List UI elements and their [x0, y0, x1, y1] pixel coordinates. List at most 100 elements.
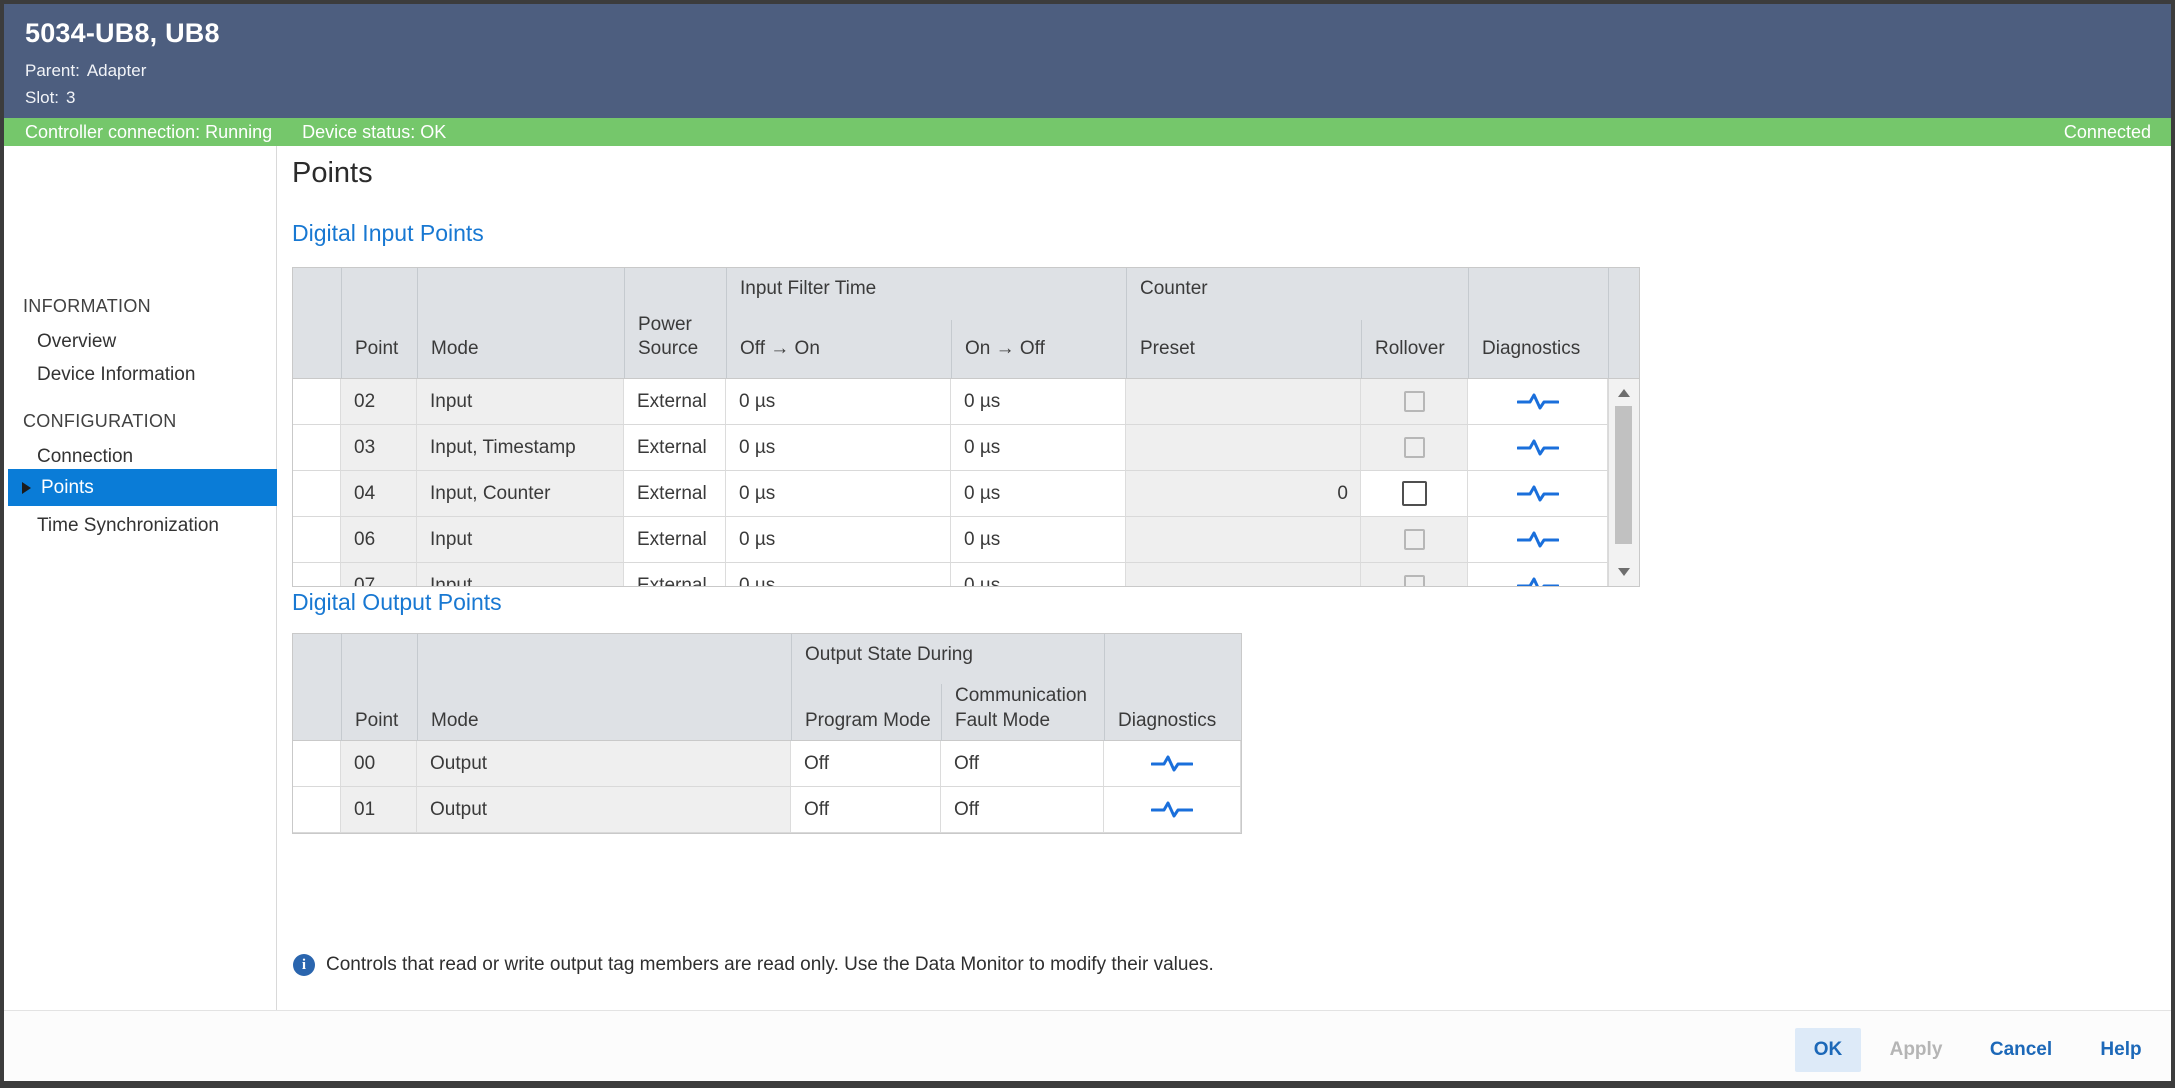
program-mode-cell[interactable]: Off	[791, 787, 941, 833]
input-table-header: Point Mode Power Source Input Filter Tim…	[293, 268, 1639, 379]
col-group-output-state-during: Output State During	[791, 634, 1104, 684]
point-cell: 04	[341, 471, 417, 517]
point-cell: 02	[341, 379, 417, 425]
table-row: 02 Input External 0 µs 0 µs	[293, 379, 1608, 425]
readonly-note: i Controls that read or write output tag…	[293, 954, 1214, 976]
col-header-on-off: On → Off	[951, 320, 1126, 378]
pulse-icon	[1517, 392, 1559, 411]
comm-fault-mode-cell[interactable]: Off	[941, 741, 1104, 787]
slot-value: 3	[66, 88, 75, 107]
on-off-filter-cell[interactable]: 0 µs	[951, 517, 1126, 563]
digital-input-points-table: Point Mode Power Source Input Filter Tim…	[292, 267, 1640, 587]
row-selector-cell[interactable]	[293, 471, 341, 517]
page-title: Points	[292, 157, 373, 190]
digital-output-points-heading: Digital Output Points	[292, 589, 502, 616]
col-header-preset: Preset	[1126, 320, 1361, 378]
col-header-point: Point	[341, 268, 417, 378]
ok-button[interactable]: OK	[1795, 1028, 1861, 1072]
pulse-icon	[1151, 754, 1193, 773]
input-table-rows: 02 Input External 0 µs 0 µs 03 Input, Ti…	[293, 379, 1608, 586]
output-table-rows: 00 Output Off Off 01 Output Off Off	[293, 741, 1241, 833]
footer-bar: OK Apply Cancel Help	[4, 1010, 2171, 1081]
row-selector-cell[interactable]	[293, 379, 341, 425]
row-selector-cell[interactable]	[293, 741, 341, 787]
rollover-cell	[1361, 379, 1468, 425]
col-header-power-source: Power Source	[624, 268, 726, 378]
row-selector-cell[interactable]	[293, 563, 341, 586]
vertical-scrollbar[interactable]	[1608, 379, 1639, 586]
sidebar-section-information: INFORMATION	[23, 296, 151, 317]
diagnostics-cell[interactable]	[1468, 471, 1608, 517]
mode-cell: Input, Counter	[417, 471, 624, 517]
diagnostics-cell[interactable]	[1468, 425, 1608, 471]
mode-cell: Input	[417, 563, 624, 586]
connection-status-bar: Controller connection: Running Device st…	[4, 118, 2171, 146]
parent-line: Parent:Adapter	[25, 61, 146, 81]
diagnostics-cell[interactable]	[1104, 787, 1241, 833]
sidebar-item-device-information[interactable]: Device Information	[37, 364, 195, 386]
scrollbar-thumb[interactable]	[1615, 406, 1632, 544]
sidebar-item-points[interactable]: Points	[8, 469, 277, 506]
apply-button[interactable]: Apply	[1866, 1028, 1966, 1072]
pulse-icon	[1517, 530, 1559, 549]
col-header-point: Point	[341, 634, 417, 749]
power-source-cell[interactable]: External	[624, 563, 726, 586]
col-header-program-mode: Program Mode	[791, 684, 941, 749]
power-source-cell[interactable]: External	[624, 517, 726, 563]
col-header-diagnostics: Diagnostics	[1468, 268, 1608, 378]
program-mode-cell[interactable]: Off	[791, 741, 941, 787]
on-off-filter-cell[interactable]: 0 µs	[951, 379, 1126, 425]
on-off-filter-cell[interactable]: 0 µs	[951, 471, 1126, 517]
help-button[interactable]: Help	[2076, 1028, 2166, 1072]
power-source-cell[interactable]: External	[624, 471, 726, 517]
sidebar-item-connection[interactable]: Connection	[37, 446, 133, 468]
off-on-filter-cell[interactable]: 0 µs	[726, 471, 951, 517]
on-off-filter-cell[interactable]: 0 µs	[951, 563, 1126, 586]
mode-cell: Input	[417, 379, 624, 425]
slot-label: Slot:	[25, 88, 59, 107]
digital-input-points-heading: Digital Input Points	[292, 220, 484, 247]
row-selector-cell[interactable]	[293, 787, 341, 833]
mode-cell: Output	[417, 787, 791, 833]
power-source-cell[interactable]: External	[624, 379, 726, 425]
slot-line: Slot: 3	[25, 88, 76, 108]
info-icon: i	[293, 954, 315, 976]
off-on-filter-cell[interactable]: 0 µs	[726, 425, 951, 471]
table-row: 04 Input, Counter External 0 µs 0 µs 0	[293, 471, 1608, 517]
scroll-down-icon[interactable]	[1618, 568, 1630, 576]
diagnostics-cell[interactable]	[1468, 563, 1608, 586]
scroll-up-icon[interactable]	[1618, 389, 1630, 397]
row-selector-cell[interactable]	[293, 517, 341, 563]
diagnostics-cell[interactable]	[1468, 379, 1608, 425]
col-header-comm-fault-mode: Communication Fault Mode	[941, 684, 1104, 749]
diagnostics-cell[interactable]	[1104, 741, 1241, 787]
sidebar-section-configuration: CONFIGURATION	[23, 411, 177, 432]
row-selector-cell[interactable]	[293, 425, 341, 471]
rollover-cell	[1361, 517, 1468, 563]
col-group-input-filter-time: Input Filter Time	[726, 268, 1126, 320]
off-on-filter-cell[interactable]: 0 µs	[726, 517, 951, 563]
point-cell: 01	[341, 787, 417, 833]
pulse-icon	[1517, 438, 1559, 457]
power-source-cell[interactable]: External	[624, 425, 726, 471]
preset-cell: 0	[1126, 471, 1361, 517]
off-on-filter-cell[interactable]: 0 µs	[726, 563, 951, 586]
parent-value: Adapter	[87, 61, 147, 80]
rollover-cell	[1361, 425, 1468, 471]
table-row: 01 Output Off Off	[293, 787, 1241, 833]
diagnostics-cell[interactable]	[1468, 517, 1608, 563]
sidebar-item-time-synchronization[interactable]: Time Synchronization	[37, 515, 219, 537]
sidebar-item-overview[interactable]: Overview	[37, 331, 116, 353]
cancel-button[interactable]: Cancel	[1966, 1028, 2076, 1072]
comm-fault-mode-cell[interactable]: Off	[941, 787, 1104, 833]
on-off-filter-cell[interactable]: 0 µs	[951, 425, 1126, 471]
rollover-checkbox[interactable]	[1402, 481, 1427, 506]
rollover-checkbox-disabled	[1404, 575, 1425, 586]
col-header-diagnostics: Diagnostics	[1104, 634, 1241, 749]
col-header-mode: Mode	[417, 634, 791, 749]
off-on-filter-cell[interactable]: 0 µs	[726, 379, 951, 425]
point-cell: 06	[341, 517, 417, 563]
controller-connection-status: Controller connection: Running	[25, 122, 272, 143]
pulse-icon	[1517, 484, 1559, 503]
sidebar-item-points-label: Points	[41, 477, 94, 499]
